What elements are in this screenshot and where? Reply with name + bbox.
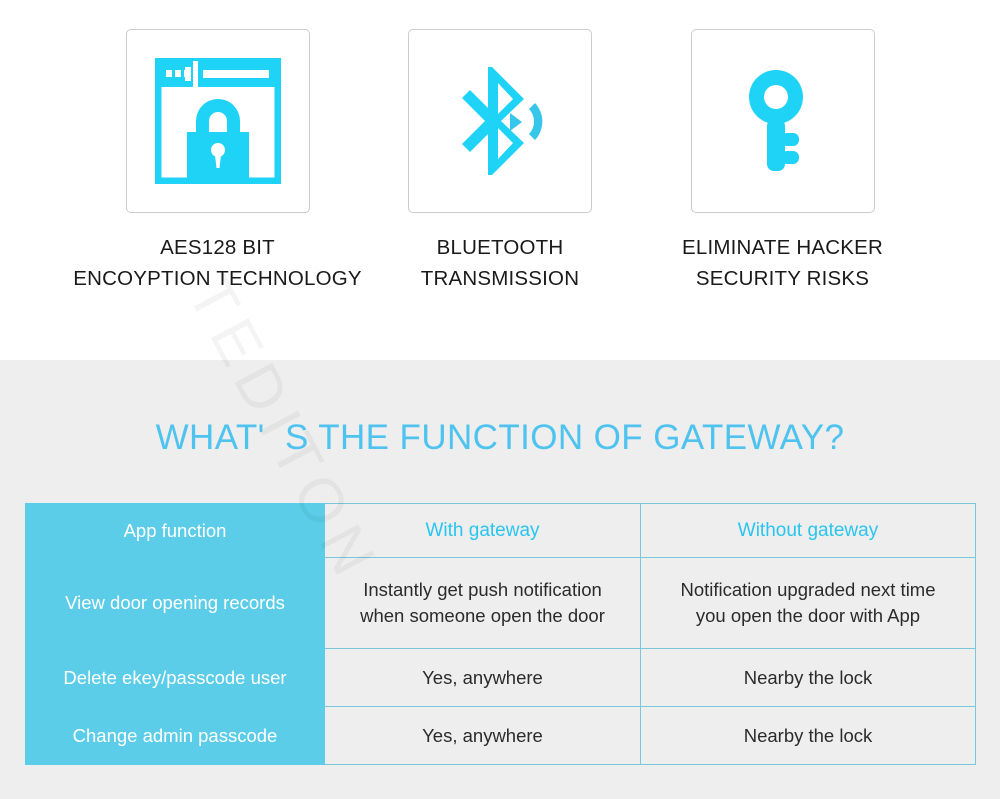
table-row: Delete ekey/passcode user Yes, anywhere … [25,648,976,707]
row-with-gateway-view-records: Instantly get push notification when som… [324,557,641,649]
table-header-without-gateway: Without gateway [640,503,976,558]
feature-caption-key: ELIMINATE HACKER SECURITY RISKS [681,236,884,290]
row-without-gateway-delete-user: Nearby the lock [640,648,976,707]
icon-box-aes128 [125,29,310,213]
row-label-view-records: View door opening records [25,557,325,649]
row-with-gateway-delete-user: Yes, anywhere [324,648,641,707]
features-band: AES128 BIT ENCOYPTION TECHNOLOGY BLUETOO… [0,0,1000,360]
table-header-row: App function With gateway Without gatewa… [25,503,976,558]
bluetooth-signal-icon [440,61,560,181]
page-root: AES128 BIT ENCOYPTION TECHNOLOGY BLUETOO… [0,0,1000,799]
feature-card-aes128: AES128 BIT ENCOYPTION TECHNOLOGY [30,0,405,294]
gateway-comparison-table: App function With gateway Without gatewa… [25,503,976,765]
key-icon [723,61,843,181]
icon-box-bluetooth [408,29,592,213]
row-with-gateway-change-passcode: Yes, anywhere [324,706,641,765]
feature-card-bluetooth: BLUETOOTH TRANSMISSION [405,0,595,294]
table-row: View door opening records Instantly get … [25,557,976,649]
row-label-delete-user: Delete ekey/passcode user [25,648,325,707]
table-row: Change admin passcode Yes, anywhere Near… [25,706,976,765]
icon-box-key [690,29,875,213]
table-header-with-gateway: With gateway [324,503,641,558]
gateway-section: WHAT' S THE FUNCTION OF GATEWAY? App fun… [0,360,1000,799]
browser-lock-icon [154,58,281,184]
section-title: WHAT' S THE FUNCTION OF GATEWAY? [155,418,845,457]
feature-caption-aes128: AES128 BIT ENCOYPTION TECHNOLOGY [73,236,362,290]
feature-card-key: ELIMINATE HACKER SECURITY RISKS [595,0,970,294]
table-header-app-function: App function [25,503,325,558]
row-without-gateway-view-records: Notification upgraded next time you open… [640,557,976,649]
row-without-gateway-change-passcode: Nearby the lock [640,706,976,765]
row-label-change-passcode: Change admin passcode [25,706,325,765]
feature-caption-bluetooth: BLUETOOTH TRANSMISSION [420,236,580,290]
